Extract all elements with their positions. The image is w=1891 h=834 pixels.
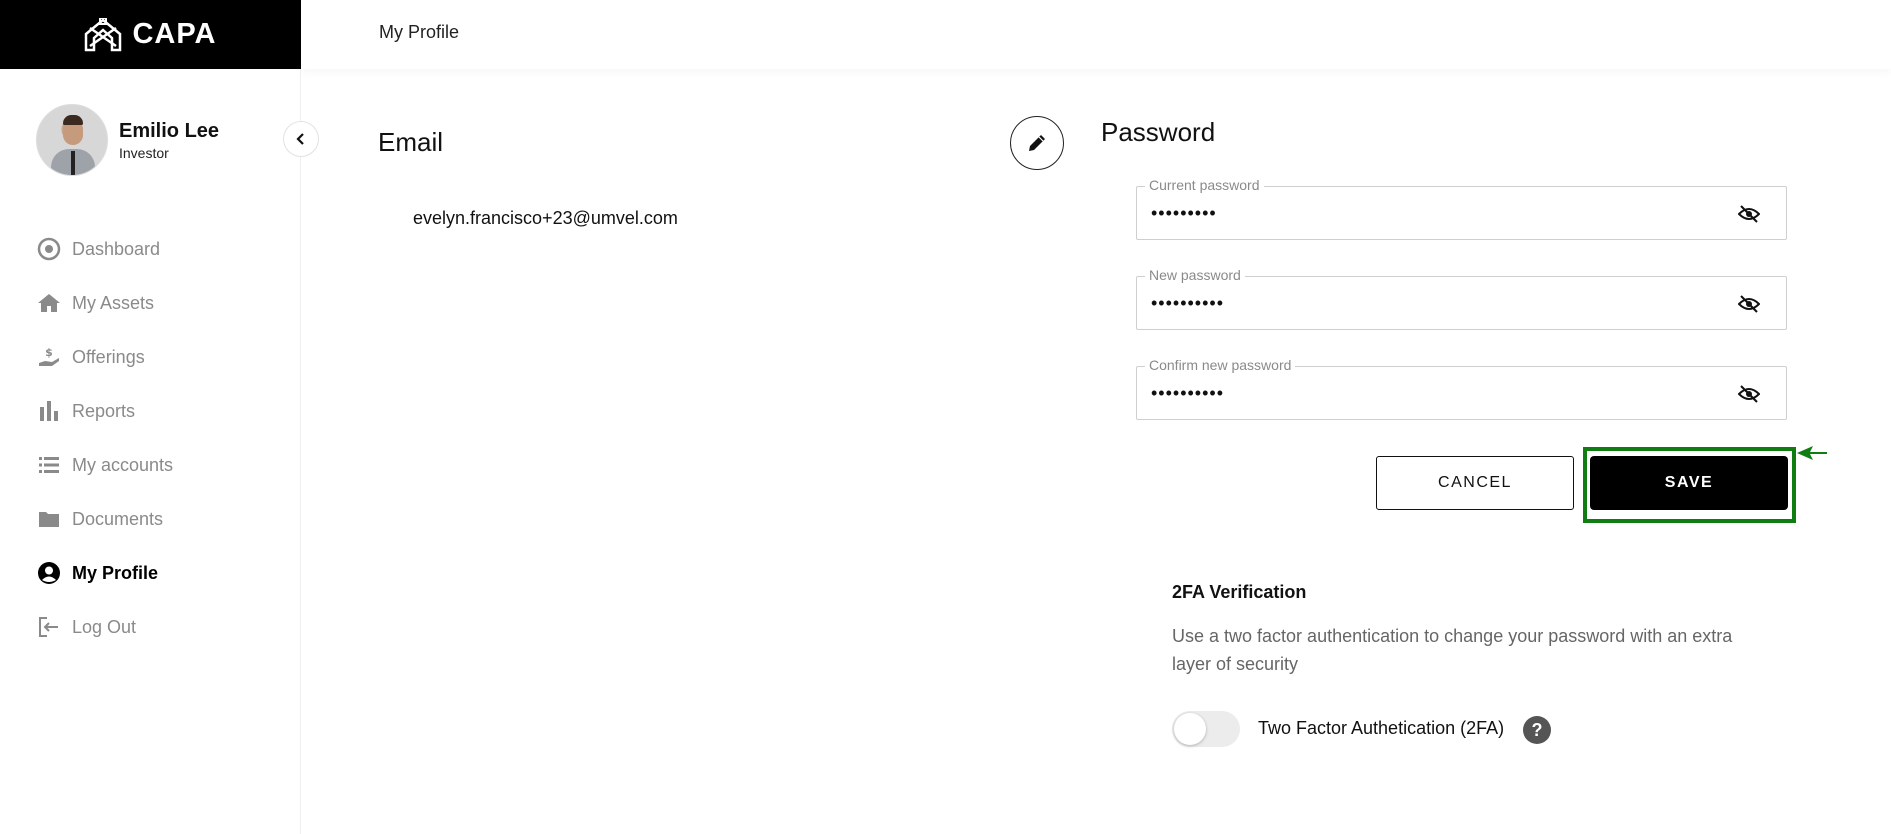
page-title: My Profile [379, 22, 460, 42]
sidebar-item-label: Offerings [72, 346, 145, 367]
confirm-password-field[interactable]: Confirm new password •••••••••• [1136, 357, 1787, 420]
sidebar-item-label: My Assets [72, 292, 155, 313]
sidebar: CAPA Emilio Lee Investor Dashboard My As… [0, 0, 301, 834]
sidebar-item-label: Documents [72, 508, 164, 529]
sidebar-item-label: Dashboard [72, 238, 161, 259]
cancel-button[interactable]: CANCEL [1376, 456, 1574, 510]
sidebar-item-label: Log Out [72, 616, 137, 637]
sidebar-item-dashboard[interactable]: Dashboard [36, 222, 173, 276]
user-role: Investor [119, 144, 169, 161]
toggle-knob [1174, 713, 1206, 745]
new-password-value[interactable]: •••••••••• [1151, 293, 1711, 314]
tfa-description: Use a two factor authentication to chang… [1172, 626, 1733, 674]
tfa-toggle[interactable] [1172, 711, 1240, 747]
email-value: evelyn.francisco+23@umvel.com [413, 208, 678, 228]
confirm-password-value[interactable]: •••••••••• [1151, 383, 1711, 404]
new-password-label: New password [1145, 267, 1245, 283]
sidebar-item-my-accounts[interactable]: My accounts [36, 438, 173, 492]
avatar [36, 104, 108, 176]
offerings-hand-dollar-icon: $ [36, 344, 62, 370]
password-section-title: Password [1101, 117, 1216, 147]
chevron-left-icon [296, 133, 304, 145]
pencil-icon [1029, 135, 1045, 151]
capa-logo-icon [85, 17, 122, 51]
home-icon [36, 290, 62, 316]
sidebar-item-label: My Profile [72, 562, 159, 583]
user-circle-icon [36, 560, 62, 586]
logo-text: CAPA [132, 18, 217, 50]
confirm-password-label: Confirm new password [1145, 357, 1296, 373]
bar-chart-icon [36, 398, 62, 424]
tfa-toggle-label: Two Factor Authetication (2FA) [1258, 718, 1505, 738]
dashboard-icon [36, 236, 62, 262]
top-bar: My Profile [301, 0, 1891, 69]
current-password-label: Current password [1145, 177, 1264, 193]
email-section-title: Email [378, 127, 444, 157]
current-password-value[interactable]: ••••••••• [1151, 203, 1711, 224]
sidebar-item-label: My accounts [72, 454, 174, 475]
edit-email-button[interactable] [1010, 116, 1064, 170]
sidebar-item-label: Reports [72, 400, 136, 421]
arrow-pointer-icon [1797, 446, 1827, 460]
user-block: Emilio Lee Investor [36, 104, 219, 176]
eye-off-icon[interactable] [1738, 204, 1760, 224]
svg-text:$: $ [45, 346, 53, 359]
list-icon [36, 452, 62, 478]
logo[interactable]: CAPA [0, 0, 301, 69]
eye-off-icon[interactable] [1738, 294, 1760, 314]
save-button[interactable]: SAVE [1590, 456, 1788, 510]
sidebar-nav: Dashboard My Assets $ Offerings Reports … [36, 222, 173, 654]
sidebar-item-my-profile[interactable]: My Profile [36, 546, 173, 600]
current-password-field[interactable]: Current password ••••••••• [1136, 177, 1787, 240]
help-icon[interactable]: ? [1523, 716, 1551, 744]
eye-off-icon[interactable] [1738, 384, 1760, 404]
sidebar-item-offerings[interactable]: $ Offerings [36, 330, 173, 384]
sidebar-item-log-out[interactable]: Log Out [36, 600, 173, 654]
new-password-field[interactable]: New password •••••••••• [1136, 267, 1787, 330]
sidebar-item-my-assets[interactable]: My Assets [36, 276, 173, 330]
logout-icon [36, 614, 62, 640]
user-name: Emilio Lee [119, 119, 220, 142]
tfa-title: 2FA Verification [1172, 582, 1307, 602]
sidebar-item-documents[interactable]: Documents [36, 492, 173, 546]
sidebar-item-reports[interactable]: Reports [36, 384, 173, 438]
sidebar-collapse-button[interactable] [283, 121, 319, 157]
folder-icon [36, 506, 62, 532]
